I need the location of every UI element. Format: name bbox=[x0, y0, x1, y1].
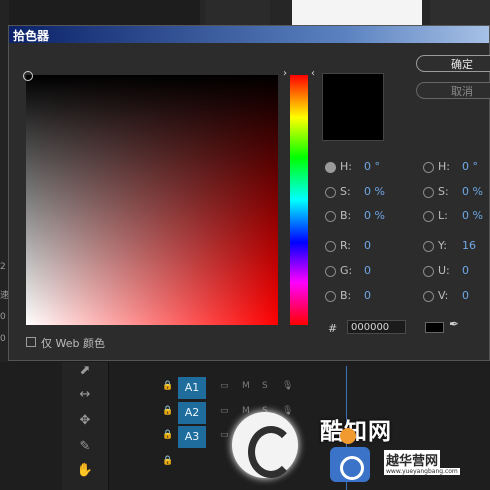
bg-panel-c bbox=[430, 0, 490, 26]
field-label-u: U: bbox=[438, 264, 450, 277]
track-label[interactable]: A1 bbox=[178, 377, 206, 399]
lock-icon[interactable]: 🔒 bbox=[162, 406, 173, 416]
field-label-blue: B: bbox=[340, 289, 352, 302]
bg-panel-a bbox=[0, 0, 200, 26]
tools-panel: ⬈ ↔ ✥ ✎ ✋ bbox=[62, 362, 109, 490]
hand-tool-icon[interactable]: ✋ bbox=[74, 462, 96, 480]
radio-r[interactable] bbox=[325, 241, 336, 252]
radio-g[interactable] bbox=[325, 266, 336, 277]
field-label-hsl-s: S: bbox=[438, 185, 449, 198]
field-value-g[interactable]: 0 bbox=[364, 264, 371, 277]
field-label-g: G: bbox=[340, 264, 353, 277]
eyedropper-icon[interactable]: ✒ bbox=[449, 317, 463, 331]
mic-icon[interactable]: 🎙 bbox=[282, 381, 293, 391]
field-label-s: S: bbox=[340, 185, 351, 198]
slip-tool-icon[interactable]: ✥ bbox=[74, 412, 96, 430]
field-label-h: H: bbox=[340, 160, 352, 173]
orange-dot-icon bbox=[340, 428, 356, 444]
background-top-bar bbox=[0, 0, 490, 26]
camera-icon[interactable]: ▭ bbox=[220, 381, 229, 391]
dialog-title: 拾色器 bbox=[13, 29, 50, 43]
left-edge-char: 0 bbox=[0, 334, 6, 344]
lock-icon[interactable]: 🔒 bbox=[162, 381, 173, 391]
logo-subtitle: 越华营网 bbox=[384, 450, 441, 469]
radio-y[interactable] bbox=[423, 241, 434, 252]
logo-url: www.yueyangbang.com bbox=[384, 468, 460, 475]
hue-slider-right-arrow-icon[interactable]: ‹ bbox=[311, 68, 315, 79]
radio-v[interactable] bbox=[423, 291, 434, 302]
field-label-b: B: bbox=[340, 209, 352, 222]
cancel-button[interactable]: 取消 bbox=[416, 82, 490, 99]
track-label[interactable]: A3 bbox=[178, 426, 206, 448]
solo-button[interactable]: S bbox=[262, 381, 268, 391]
logo-text: 酷知网 bbox=[320, 419, 392, 445]
ripple-edit-tool-icon[interactable]: ↔ bbox=[74, 386, 96, 404]
field-value-u[interactable]: 0 bbox=[462, 264, 469, 277]
field-value-hsl-h[interactable]: 0 ° bbox=[462, 160, 478, 173]
radio-u[interactable] bbox=[423, 266, 434, 277]
web-colors-checkbox[interactable] bbox=[26, 337, 36, 347]
radio-l[interactable] bbox=[423, 211, 434, 222]
radio-s[interactable] bbox=[325, 187, 336, 198]
color-picker-dialog: 拾色器 › ‹ 确定 取消 H: 0 ° S: 0 % B: 0 % R: 0 … bbox=[8, 25, 490, 361]
bg-preview-card bbox=[292, 0, 422, 26]
radio-blue[interactable] bbox=[325, 291, 336, 302]
radio-hsl-s[interactable] bbox=[423, 187, 434, 198]
track-select-tool-icon[interactable]: ⬈ bbox=[74, 362, 96, 380]
left-edge-char: 2 bbox=[0, 262, 6, 272]
dialog-titlebar[interactable]: 拾色器 bbox=[9, 26, 489, 43]
lock-icon[interactable]: 🔒 bbox=[162, 456, 173, 466]
field-value-y[interactable]: 16 bbox=[462, 239, 476, 252]
left-edge-char: 0 bbox=[0, 312, 6, 322]
field-value-blue[interactable]: 0 bbox=[364, 289, 371, 302]
lock-icon[interactable]: 🔒 bbox=[162, 430, 173, 440]
mute-button[interactable]: M bbox=[242, 381, 250, 391]
hue-slider-left-arrow-icon[interactable]: › bbox=[283, 68, 287, 79]
saturation-brightness-field[interactable] bbox=[26, 75, 278, 325]
field-label-hsl-h: H: bbox=[438, 160, 450, 173]
field-value-r[interactable]: 0 bbox=[364, 239, 371, 252]
field-value-l[interactable]: 0 % bbox=[462, 209, 483, 222]
field-value-b[interactable]: 0 % bbox=[364, 209, 385, 222]
pen-tool-icon[interactable]: ✎ bbox=[74, 438, 96, 456]
ok-button[interactable]: 确定 bbox=[416, 55, 490, 72]
field-value-h[interactable]: 0 ° bbox=[364, 160, 380, 173]
field-value-s[interactable]: 0 % bbox=[364, 185, 385, 198]
track-label[interactable]: A2 bbox=[178, 402, 206, 424]
radio-hsl-h[interactable] bbox=[423, 162, 434, 173]
radio-b[interactable] bbox=[325, 211, 336, 222]
watermark-logo: 酷知网 越华营网 www.yueyangbang.com bbox=[220, 392, 490, 490]
blue-logo-icon bbox=[330, 447, 370, 482]
field-label-r: R: bbox=[340, 239, 352, 252]
hex-label: # bbox=[328, 322, 338, 335]
hue-slider[interactable] bbox=[290, 75, 308, 325]
web-colors-label: 仅 Web 颜色 bbox=[41, 337, 105, 350]
picker-cursor[interactable] bbox=[23, 71, 33, 81]
color-preview-swatch bbox=[425, 322, 444, 333]
radio-h[interactable] bbox=[325, 162, 336, 173]
field-label-y: Y: bbox=[438, 239, 447, 252]
bg-panel-b bbox=[205, 0, 270, 26]
hex-input[interactable]: 000000 bbox=[347, 320, 406, 334]
field-value-v[interactable]: 0 bbox=[462, 289, 469, 302]
field-label-l: L: bbox=[438, 209, 448, 222]
current-color-swatch bbox=[322, 73, 384, 141]
field-value-hsl-s[interactable]: 0 % bbox=[462, 185, 483, 198]
field-label-v: V: bbox=[438, 289, 449, 302]
leaf-logo-icon bbox=[232, 412, 298, 478]
